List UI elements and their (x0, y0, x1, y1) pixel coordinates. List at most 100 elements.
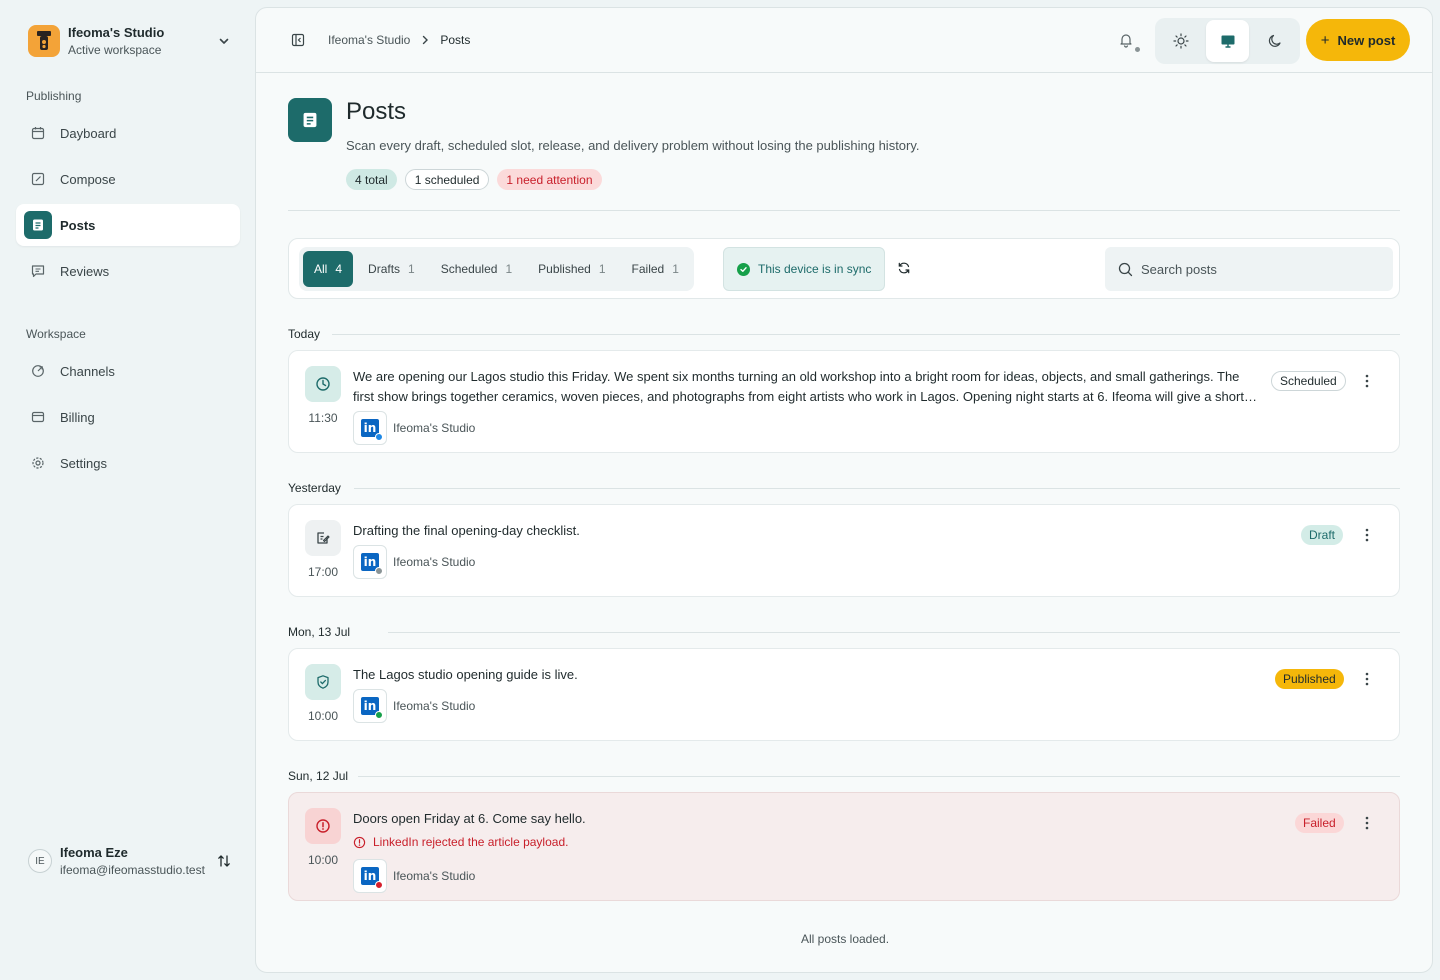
total-chip: 4 total (346, 169, 397, 190)
breadcrumb: Ifeoma's Studio Posts (328, 33, 470, 47)
post-card[interactable]: 10:00 The Lagos studio opening guide is … (288, 648, 1400, 741)
sidebar-item-billing[interactable]: Billing (16, 396, 240, 438)
sidebar-item-label: Channels (60, 363, 115, 379)
workspace-logo (28, 25, 60, 57)
sidebar-item-label: Billing (60, 409, 95, 425)
chevron-right-icon (420, 35, 430, 45)
linkedin-icon: in (353, 545, 387, 579)
gear-icon (30, 455, 46, 471)
status-tabs: All 4 Drafts 1 Scheduled 1 Published 1 Faile… (299, 247, 694, 291)
tab-all[interactable]: All 4 (303, 251, 354, 287)
post-text: The Lagos studio opening guide is live. (353, 667, 578, 682)
sidebar-item-dayboard[interactable]: Dayboard (16, 112, 240, 154)
post-card[interactable]: 10:00 Doors open Friday at 6. Come say h… (288, 792, 1400, 901)
group-divider (332, 334, 1400, 335)
sidebar-toggle-icon[interactable] (290, 32, 306, 48)
user-name: Ifeoma Eze (60, 845, 128, 860)
user-account[interactable]: IE Ifeoma Eze ifeoma@ifeomasstudio.test (28, 842, 238, 880)
post-card[interactable]: 11:30 We are opening our Lagos studio th… (288, 350, 1400, 453)
linkedin-icon: in (353, 689, 387, 723)
tab-drafts[interactable]: Drafts 1 (357, 251, 426, 287)
new-post-button[interactable]: + New post (1306, 19, 1410, 61)
more-options-icon[interactable] (1359, 373, 1375, 389)
post-time: 10:00 (307, 853, 339, 867)
sidebar-item-posts[interactable]: Posts (16, 204, 240, 246)
monitor-icon (1221, 35, 1234, 48)
workspace-subtitle: Active workspace (68, 43, 162, 57)
error-message: LinkedIn rejected the article payload. (353, 835, 568, 849)
group-divider (358, 776, 1400, 777)
posts-icon (24, 211, 52, 239)
bell-icon[interactable] (1118, 32, 1140, 52)
group-label-sun-12-jul: Sun, 12 Jul (288, 769, 349, 783)
channel-status-dot (375, 567, 383, 575)
clock-icon (305, 366, 341, 402)
post-channel: in Ifeoma's Studio (353, 859, 475, 893)
theme-switcher (1155, 18, 1300, 64)
avatar: IE (28, 849, 52, 873)
post-time: 11:30 (308, 411, 338, 425)
moon-icon (1268, 34, 1281, 47)
shield-check-icon (305, 664, 341, 700)
tab-failed[interactable]: Failed 1 (621, 251, 690, 287)
light-theme-button[interactable] (1159, 20, 1202, 62)
notification-dot (1135, 47, 1140, 52)
breadcrumb-current: Posts (440, 33, 471, 47)
workspace-name: Ifeoma's Studio (68, 25, 165, 40)
post-channel: in Ifeoma's Studio (353, 545, 475, 579)
user-email: ifeoma@ifeomasstudio.test (60, 863, 205, 877)
channel-status-dot (375, 433, 383, 441)
more-options-icon[interactable] (1359, 671, 1375, 687)
search-input[interactable] (1141, 261, 1371, 277)
channels-icon (30, 363, 46, 379)
sidebar-item-settings[interactable]: Settings (16, 442, 240, 484)
alert-icon (305, 808, 341, 844)
system-theme-button[interactable] (1206, 20, 1249, 62)
workspace-switcher[interactable]: Ifeoma's Studio Active workspace (28, 22, 238, 60)
more-options-icon[interactable] (1359, 527, 1375, 543)
sidebar-item-channels[interactable]: Channels (16, 350, 240, 392)
draft-icon (305, 520, 341, 556)
post-channel: in Ifeoma's Studio (353, 411, 475, 445)
channel-status-dot (375, 711, 383, 719)
sidebar-item-reviews[interactable]: Reviews (16, 250, 240, 292)
list-end-note: All posts loaded. (800, 932, 890, 946)
breadcrumb-parent[interactable]: Ifeoma's Studio (328, 33, 410, 47)
group-label-today: Today (288, 327, 321, 341)
nav-section-publishing: Publishing (26, 89, 82, 103)
group-divider (354, 488, 1400, 489)
group-divider (388, 632, 1400, 633)
sidebar: Ifeoma's Studio Active workspace Publish… (0, 0, 255, 980)
tab-published[interactable]: Published 1 (527, 251, 616, 287)
tab-scheduled[interactable]: Scheduled 1 (430, 251, 523, 287)
post-text: Drafting the final opening-day checklist… (353, 523, 580, 538)
nav-section-workspace: Workspace (26, 327, 86, 341)
reviews-icon (30, 263, 46, 279)
status-badge: Scheduled (1271, 371, 1346, 391)
post-text: Doors open Friday at 6. Come say hello. (353, 811, 586, 826)
main-panel: Ifeoma's Studio Posts + New post Posts S… (255, 7, 1433, 973)
linkedin-icon: in (353, 411, 387, 445)
swap-icon[interactable] (216, 853, 232, 869)
dark-theme-button[interactable] (1253, 20, 1296, 62)
sync-status: This device is in sync (723, 247, 885, 291)
status-badge: Published (1275, 669, 1344, 689)
check-circle-icon (737, 262, 750, 276)
summary-chips: 4 total 1 scheduled 1 need attention (346, 169, 602, 190)
billing-icon (30, 409, 46, 425)
calendar-icon (30, 125, 46, 141)
sidebar-item-compose[interactable]: Compose (16, 158, 240, 200)
post-card[interactable]: 17:00 Drafting the final opening-day che… (288, 504, 1400, 597)
post-time: 17:00 (307, 565, 339, 579)
page-title: Posts (346, 98, 407, 125)
post-text: We are opening our Lagos studio this Fri… (353, 369, 1257, 404)
more-options-icon[interactable] (1359, 815, 1375, 831)
sun-icon (1172, 33, 1189, 49)
post-time: 10:00 (307, 709, 339, 723)
sidebar-item-label: Dayboard (60, 125, 117, 141)
status-badge: Failed (1295, 813, 1344, 833)
refresh-icon[interactable] (897, 261, 913, 277)
posts-page-icon (288, 98, 332, 142)
error-icon (353, 836, 366, 849)
search-icon (1117, 261, 1133, 277)
